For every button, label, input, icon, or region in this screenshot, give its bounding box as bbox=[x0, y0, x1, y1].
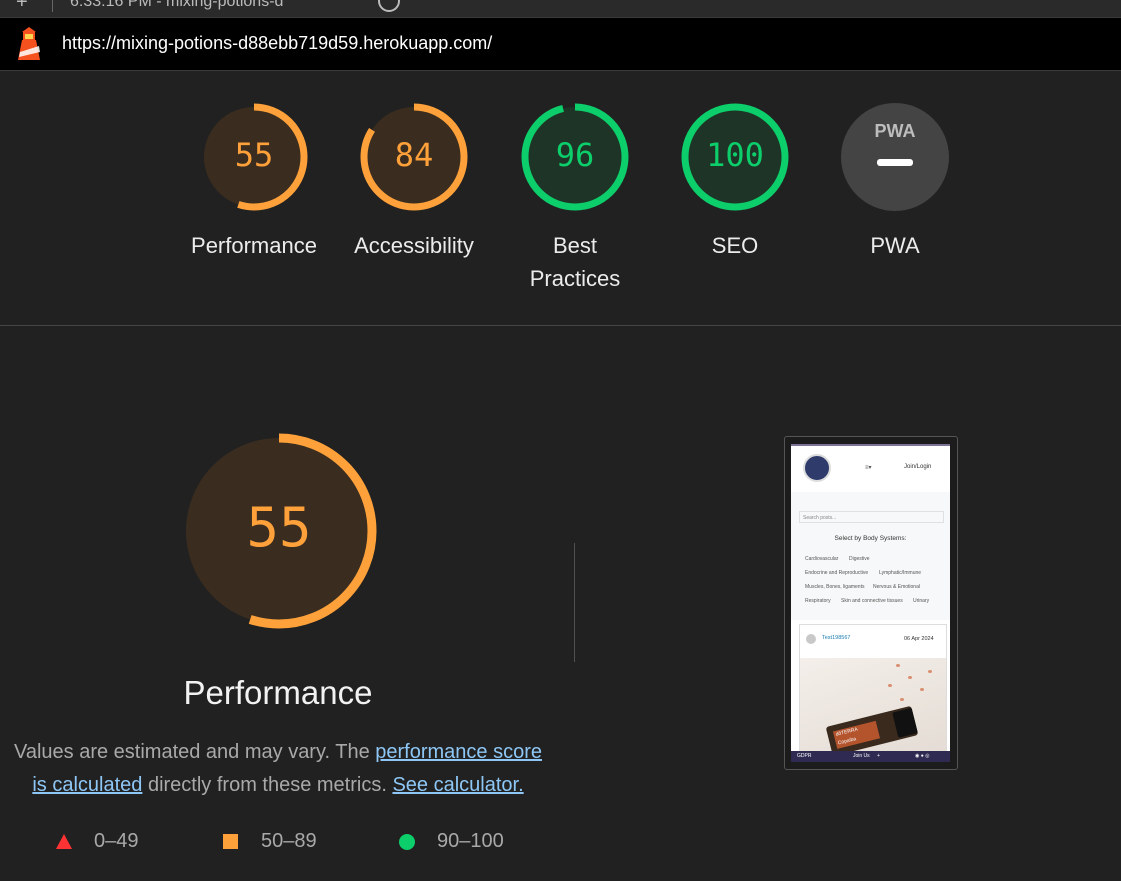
legend-range: 0–49 bbox=[94, 830, 139, 852]
gauge-score: 96 bbox=[555, 136, 595, 174]
decor-dot bbox=[928, 670, 932, 673]
triangle-icon bbox=[56, 834, 72, 849]
post-author: Test198567 bbox=[822, 635, 851, 641]
body-system-item: Cardiovascular bbox=[805, 556, 839, 562]
browser-tab-strip: + 6:33:16 PM - mixing-potions-d bbox=[0, 0, 1121, 18]
preview-top-bar bbox=[791, 444, 950, 446]
decor-dot bbox=[896, 664, 900, 667]
pwa-dash-icon bbox=[877, 159, 913, 166]
gauge-label: Performance bbox=[191, 233, 317, 258]
footer-join: Join Us bbox=[853, 753, 870, 759]
gauge-label: PWA bbox=[870, 233, 920, 258]
preview-footer: GDPR Join Us + ◉ ● ◎ bbox=[791, 751, 950, 762]
body-system-item: Lymphatic/Immune bbox=[879, 570, 922, 576]
pwa-badge-text: PWA bbox=[874, 121, 916, 141]
new-tab-icon[interactable]: + bbox=[16, 0, 28, 14]
preview-search-input: Search posts... bbox=[799, 511, 944, 523]
decor-dot bbox=[920, 688, 924, 691]
reload-icon[interactable] bbox=[378, 0, 400, 12]
pwa-badge-icon: PWA bbox=[841, 103, 949, 211]
preview-select-heading: Select by Body Systems: bbox=[834, 535, 907, 542]
body-system-item: Skin and connective tissues bbox=[841, 598, 903, 604]
gauge-score: 100 bbox=[706, 136, 764, 174]
legend-range: 50–89 bbox=[261, 830, 317, 852]
vertical-divider bbox=[574, 543, 575, 662]
gauge-score: 84 bbox=[394, 136, 434, 174]
performance-title: Performance bbox=[183, 674, 373, 711]
section-divider bbox=[0, 325, 1121, 326]
body-system-item: Muscles, Bones, ligaments bbox=[805, 584, 865, 590]
final-screenshot[interactable]: ≡▾ Join/Login Search posts... Select by … bbox=[784, 436, 958, 770]
gauge-label: Best Practices bbox=[529, 233, 621, 291]
post-image: dōTERRA Copaiba bbox=[800, 658, 946, 762]
tab-separator bbox=[52, 0, 53, 12]
square-icon bbox=[223, 834, 238, 849]
site-logo bbox=[803, 454, 831, 482]
decor-dot bbox=[900, 698, 904, 701]
gauge-label: Accessibility bbox=[354, 233, 474, 258]
preview-post-card: Test198567 06 Apr 2024 dōTERRA Copaiba bbox=[799, 624, 947, 762]
performance-score: 55 bbox=[246, 496, 312, 559]
performance-gauge-large: 55 bbox=[178, 430, 380, 632]
page-url[interactable]: https://mixing-potions-d88ebb719d59.hero… bbox=[62, 33, 492, 54]
body-system-item: Urinary bbox=[913, 598, 930, 604]
url-bar: https://mixing-potions-d88ebb719d59.hero… bbox=[0, 18, 1121, 71]
menu-icon: ≡▾ bbox=[865, 465, 872, 471]
bottle-name: Copaiba bbox=[837, 736, 857, 747]
gauge-score: 55 bbox=[234, 136, 274, 174]
decor-dot bbox=[888, 684, 892, 687]
body-system-item: Nervous & Emotional bbox=[873, 584, 920, 590]
decor-dot bbox=[908, 676, 912, 679]
body-system-item: Respiratory bbox=[805, 598, 831, 604]
preview-join-link: Join/Login bbox=[904, 464, 932, 470]
lighthouse-icon bbox=[18, 27, 40, 60]
desc-text: Values are estimated and may vary. The bbox=[13, 741, 376, 763]
circle-icon bbox=[399, 834, 415, 850]
see-calculator-link[interactable]: See calculator. bbox=[392, 774, 523, 796]
body-system-item: Digestive bbox=[849, 556, 870, 562]
tab-title[interactable]: 6:33:16 PM - mixing-potions-d bbox=[70, 0, 283, 11]
post-date: 06 Apr 2024 bbox=[904, 636, 934, 642]
bottle-label: dōTERRA Copaiba bbox=[832, 720, 880, 749]
social-icons: ◉ ● ◎ bbox=[915, 753, 930, 759]
legend-range: 90–100 bbox=[437, 830, 504, 852]
bottle-cap bbox=[892, 707, 918, 738]
footer-gdpr: GDPR bbox=[797, 753, 812, 759]
gauge-label: SEO bbox=[711, 233, 759, 258]
desc-text: directly from these metrics. bbox=[142, 774, 393, 796]
avatar bbox=[806, 634, 816, 644]
performance-description: Values are estimated and may vary. The p… bbox=[10, 736, 546, 802]
oil-bottle: dōTERRA Copaiba bbox=[825, 705, 919, 757]
body-system-item: Endocrine and Reproductive bbox=[805, 570, 869, 576]
plus-icon: + bbox=[877, 753, 880, 759]
page-preview: ≡▾ Join/Login Search posts... Select by … bbox=[791, 444, 950, 762]
